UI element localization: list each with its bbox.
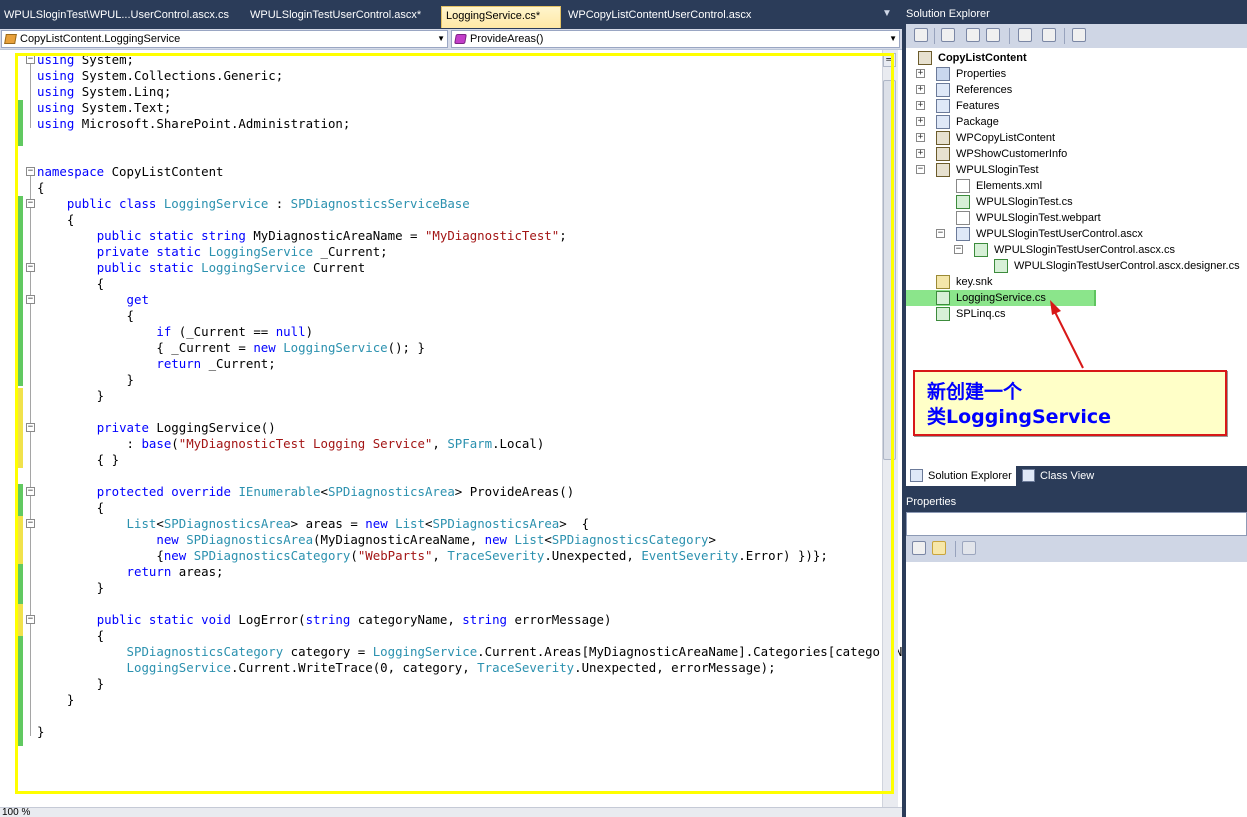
property-pages-icon[interactable] (962, 541, 976, 555)
expand-icon[interactable]: + (916, 101, 925, 110)
categorized-icon[interactable] (912, 541, 926, 555)
type-combo[interactable]: CopyListContent.LoggingService ▼ (1, 30, 448, 48)
class-view-icon (1022, 469, 1035, 482)
tree-node-label: WPCopyListContent (956, 132, 1056, 144)
alphabetical-icon[interactable] (932, 541, 946, 555)
cs-file-icon (956, 195, 970, 209)
package-icon (936, 115, 950, 129)
copy-website-icon[interactable] (1072, 28, 1086, 42)
panel-tab-bar: Solution Explorer Class View (906, 466, 1247, 488)
tab-class-view[interactable]: Class View (1018, 466, 1108, 486)
view-code-icon[interactable] (966, 28, 980, 42)
tab-loggingservice-cs[interactable]: LoggingService.cs* (441, 6, 561, 28)
tab-solution-explorer[interactable]: Solution Explorer (906, 466, 1016, 486)
tree-node-label: Features (956, 100, 1000, 112)
refresh-icon[interactable] (986, 28, 1000, 42)
properties-toolbar (906, 536, 1247, 562)
expand-icon[interactable]: + (916, 133, 925, 142)
collapse-icon[interactable]: − (916, 165, 925, 174)
document-tab-bar: WPULSloginTest\WPUL...UserControl.ascx.c… (0, 0, 902, 29)
cs-file-icon (936, 291, 950, 305)
class-diagram-icon[interactable] (1042, 28, 1056, 42)
expand-icon[interactable]: + (916, 149, 925, 158)
tree-node-label: WPULSloginTestUserControl.ascx.designer.… (1014, 260, 1240, 272)
solution-explorer-toolbar (906, 24, 1247, 48)
collapse-icon[interactable]: − (954, 245, 963, 254)
expand-icon[interactable]: + (916, 117, 925, 126)
properties-icon[interactable] (914, 28, 928, 42)
key-file-icon (936, 275, 950, 289)
tab-copylistcontent-ascx[interactable]: WPCopyListContentUserControl.ascx (564, 6, 764, 28)
properties-grid[interactable] (906, 562, 1247, 817)
expand-icon[interactable]: + (916, 85, 925, 94)
zoom-level[interactable]: 100 % (2, 808, 30, 817)
show-all-files-icon[interactable] (941, 28, 955, 42)
webpart-folder-icon (936, 131, 950, 145)
expand-icon[interactable]: + (916, 69, 925, 78)
member-combo[interactable]: ProvideAreas() ▼ (451, 30, 900, 48)
navigation-bar: CopyListContent.LoggingService ▼ Provide… (0, 29, 902, 50)
tree-node-label: WPULSloginTestUserControl.ascx (976, 228, 1143, 240)
xml-file-icon (956, 179, 970, 193)
solution-explorer-icon (910, 469, 923, 482)
callout-text: 新创建一个 类LoggingService (927, 381, 1111, 428)
tree-node-label: WPULSloginTest (956, 164, 1039, 176)
tree-node-label: WPULSloginTestUserControl.ascx.cs (994, 244, 1175, 256)
cs-file-icon (974, 243, 988, 257)
annotation-arrow (1050, 300, 1084, 369)
cs-file-icon (994, 259, 1008, 273)
member-combo-value: ProvideAreas() (470, 33, 544, 45)
annotation-callout: 新创建一个 类LoggingService (913, 370, 1227, 436)
properties-title: Properties (906, 496, 957, 508)
tree-node-label: WPULSloginTest.cs (976, 196, 1073, 208)
tree-node-label: LoggingService.cs (956, 292, 1046, 304)
tree-node-label: References (956, 84, 1013, 96)
annotation-highlight-box (15, 53, 894, 794)
type-combo-value: CopyListContent.LoggingService (20, 33, 181, 45)
webpart-file-icon (956, 211, 970, 225)
chevron-down-icon[interactable]: ▼ (437, 31, 445, 47)
tree-node-label: WPShowCustomerInfo (956, 148, 1068, 160)
tree-node-label: SPLinq.cs (956, 308, 1006, 320)
tree-node-label: Elements.xml (976, 180, 1043, 192)
collapse-icon[interactable]: − (936, 229, 945, 238)
tab-usercontrol-cs[interactable]: WPULSloginTest\WPUL...UserControl.ascx.c… (0, 6, 238, 28)
method-icon (454, 34, 467, 44)
ascx-file-icon (956, 227, 970, 241)
properties-icon (936, 67, 950, 81)
properties-object-combo[interactable] (906, 512, 1247, 536)
tree-node-label: Package (956, 116, 999, 128)
tree-node-label: Properties (956, 68, 1007, 80)
references-icon (936, 83, 950, 97)
tree-node-label: key.snk (956, 276, 993, 288)
view-designer-icon[interactable] (1018, 28, 1032, 42)
class-icon (4, 34, 17, 44)
tree-node-label: CopyListContent (938, 52, 1027, 64)
webpart-folder-icon (936, 147, 950, 161)
tab-usercontrol-ascx[interactable]: WPULSloginTestUserControl.ascx* (246, 6, 434, 28)
chevron-down-icon[interactable]: ▼ (889, 31, 897, 47)
tab-overflow-icon[interactable]: ▼ (882, 8, 892, 19)
solution-icon (918, 51, 932, 65)
features-icon (936, 99, 950, 113)
tree-node-label: WPULSloginTest.webpart (976, 212, 1101, 224)
webpart-folder-icon (936, 163, 950, 177)
cs-file-icon (936, 307, 950, 321)
code-editor[interactable]: − − − − − − − − − using System; using Sys… (0, 50, 940, 807)
horizontal-scrollbar[interactable]: 100 % (0, 807, 902, 817)
solution-explorer-title: Solution Explorer (906, 8, 990, 20)
